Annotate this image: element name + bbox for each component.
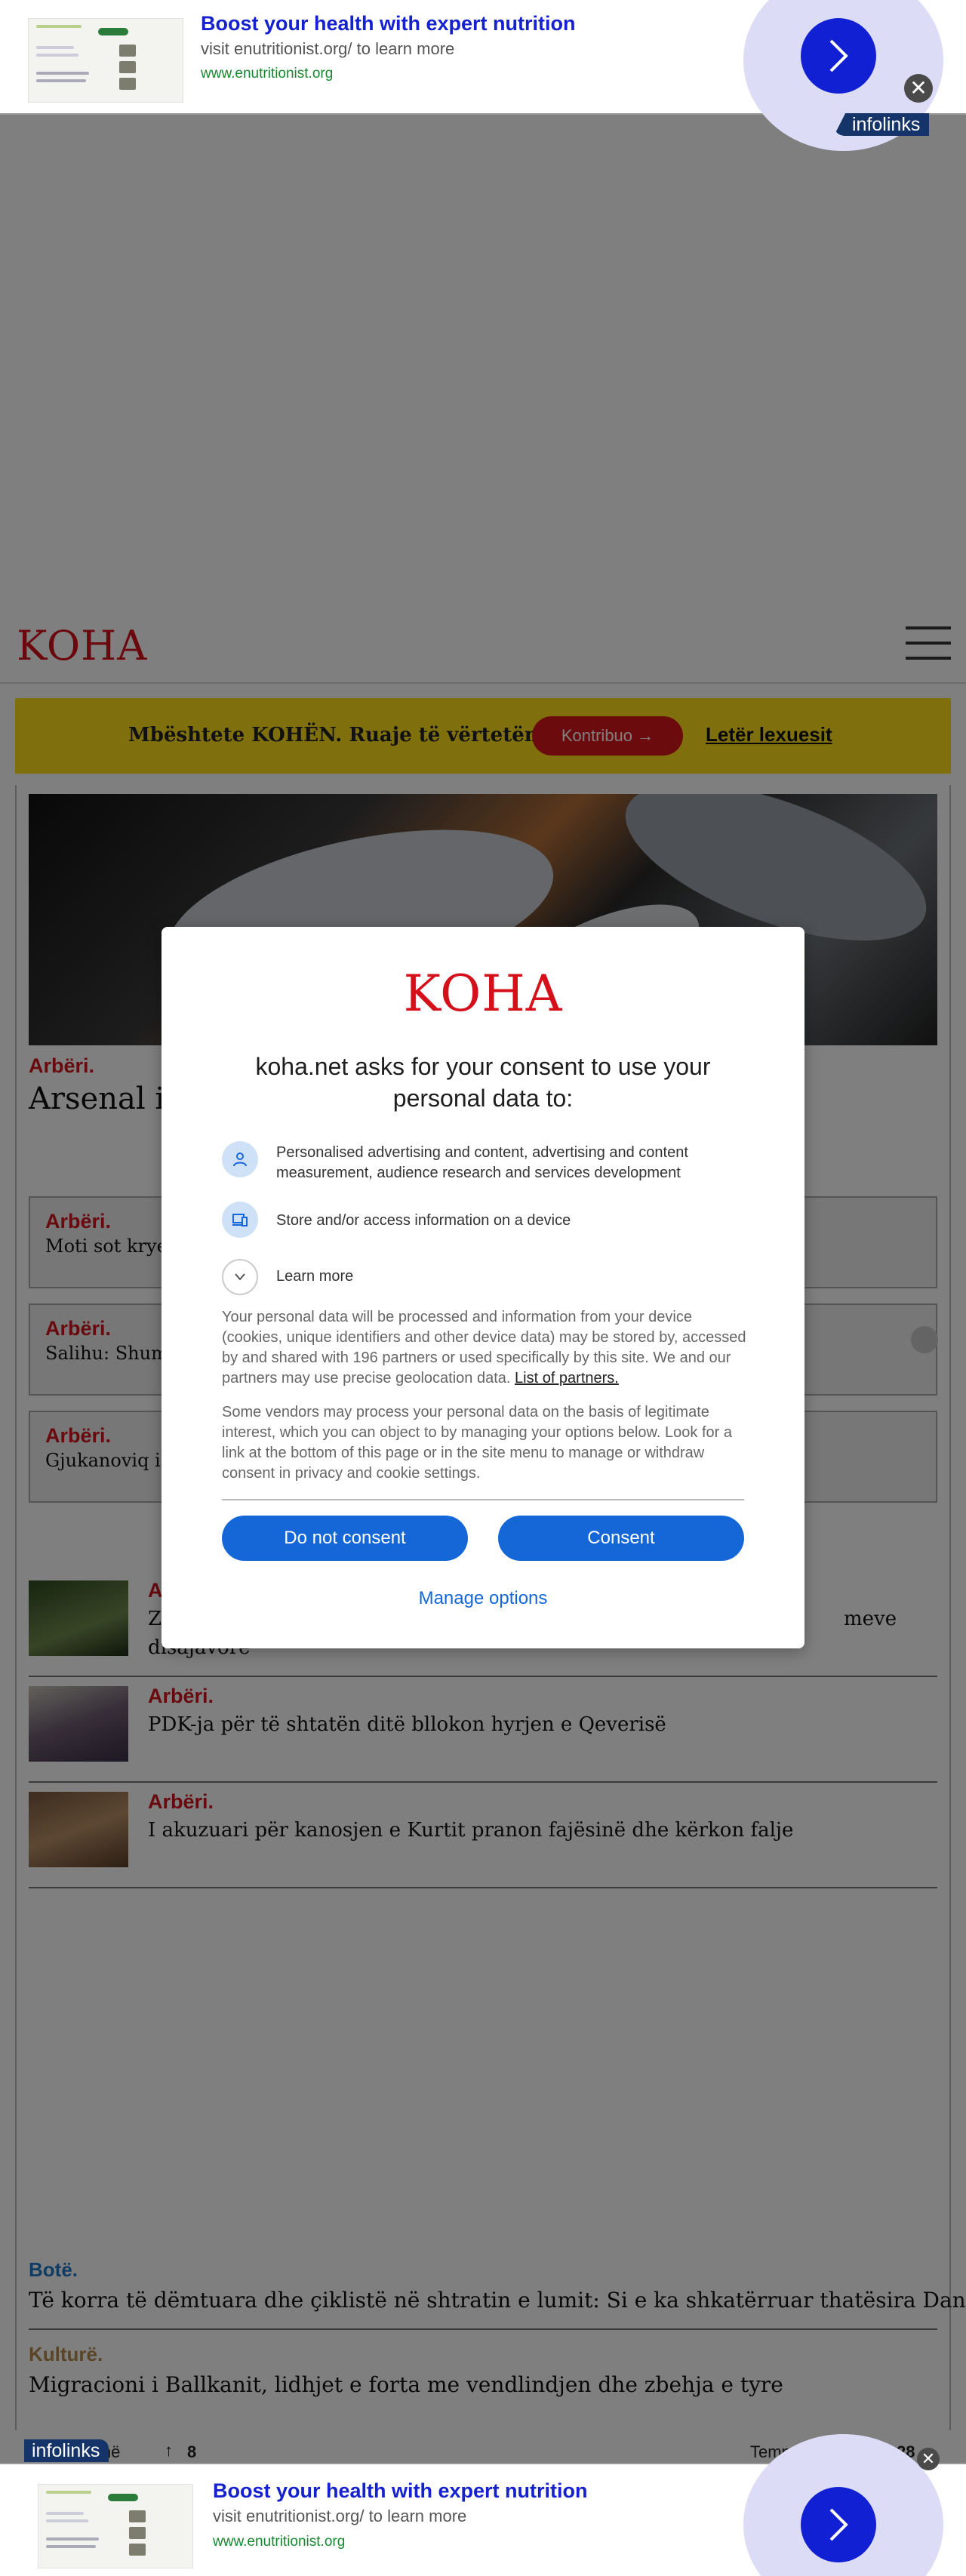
- learn-more-link[interactable]: Learn more: [276, 1268, 353, 1285]
- ad-close-button[interactable]: ✕: [904, 74, 933, 103]
- purpose-text: Store and/or access information on a dev…: [276, 1212, 571, 1229]
- consent-logo: KOHA: [403, 965, 563, 1023]
- chevron-right-icon: [829, 39, 848, 72]
- chevron-right-icon: [829, 2508, 848, 2541]
- infolinks-badge[interactable]: infolinks: [24, 2439, 109, 2462]
- consent-paragraph: Your personal data will be processed and…: [222, 1307, 750, 1389]
- ad-thumbnail[interactable]: [28, 18, 183, 103]
- ad-go-button[interactable]: [801, 2487, 876, 2562]
- infolinks-badge[interactable]: infolinks: [834, 113, 930, 136]
- consent-heading: koha.net asks for your consent to use yo…: [255, 1053, 711, 1112]
- purpose-text: Personalised advertising and content, ad…: [276, 1144, 688, 1181]
- ad-close-button[interactable]: ✕: [917, 2448, 940, 2470]
- ad-thumbnail[interactable]: [38, 2484, 193, 2568]
- person-icon: [222, 1141, 258, 1177]
- bottom-ad-banner[interactable]: Boost your health with expert nutrition …: [0, 2434, 966, 2576]
- devices-icon: [222, 1202, 258, 1238]
- divider: [222, 1499, 744, 1500]
- consent-paragraph-2: Some vendors may process your personal d…: [222, 1404, 732, 1482]
- chevron-down-icon[interactable]: [222, 1259, 258, 1295]
- ad-subtitle[interactable]: visit enutritionist.org/ to learn more: [213, 2507, 466, 2526]
- ad-title[interactable]: Boost your health with expert nutrition: [213, 2479, 588, 2503]
- ad-go-button[interactable]: [801, 18, 876, 94]
- ad-url[interactable]: www.enutritionist.org: [213, 2534, 345, 2550]
- partners-link[interactable]: List of partners.: [515, 1370, 619, 1386]
- consent-button[interactable]: Consent: [498, 1516, 744, 1561]
- ad-subtitle[interactable]: visit enutritionist.org/ to learn more: [201, 39, 454, 59]
- consent-dialog: KOHA koha.net asks for your consent to u…: [162, 927, 804, 1648]
- manage-options-link[interactable]: Manage options: [162, 1588, 804, 1609]
- consent-paragraph-text: Your personal data will be processed and…: [222, 1309, 746, 1386]
- top-ad-banner[interactable]: Boost your health with expert nutrition …: [0, 0, 966, 151]
- ad-title[interactable]: Boost your health with expert nutrition: [201, 12, 576, 35]
- ad-url[interactable]: www.enutritionist.org: [201, 66, 333, 82]
- do-not-consent-button[interactable]: Do not consent: [222, 1516, 468, 1561]
